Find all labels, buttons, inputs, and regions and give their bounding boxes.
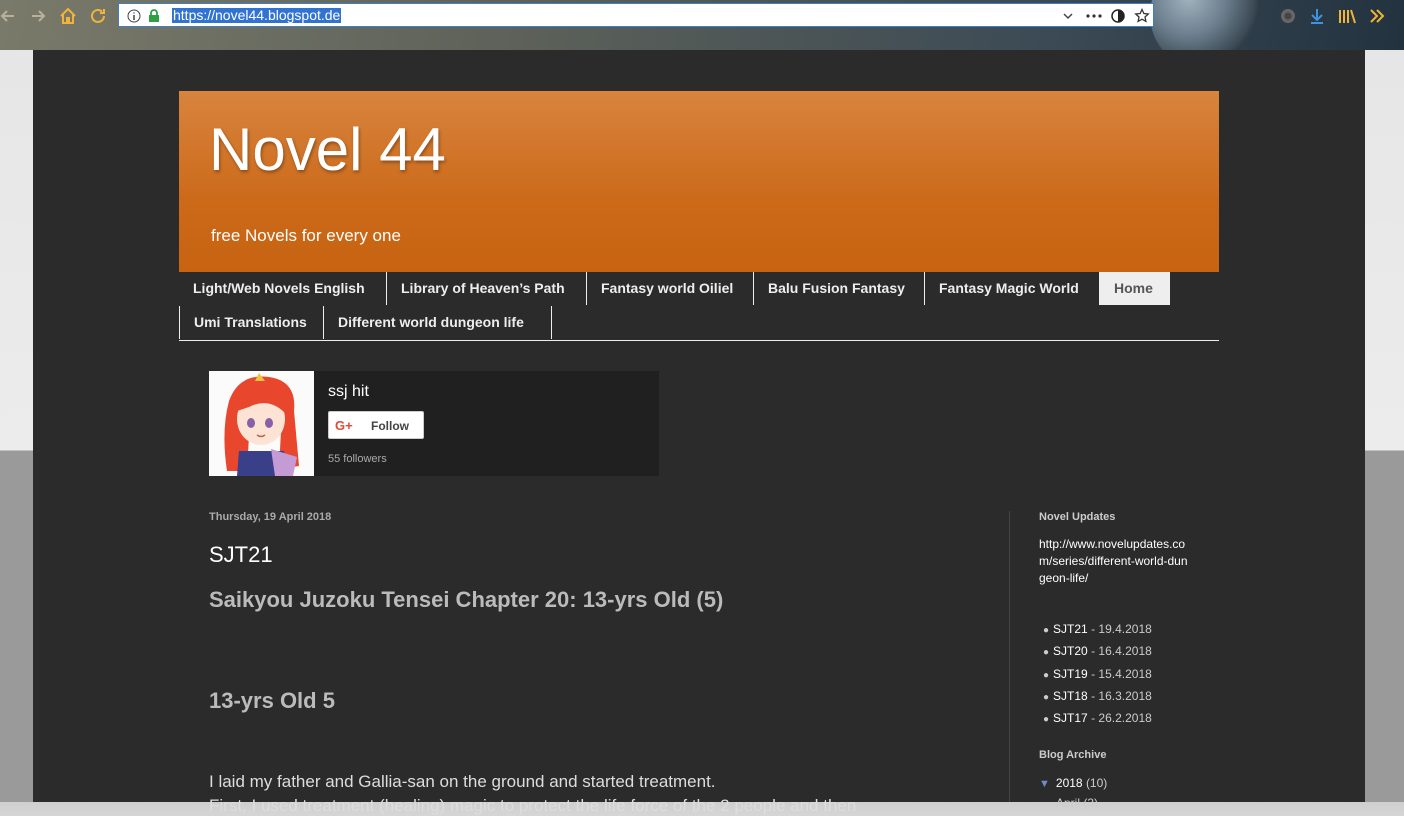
downloads-button[interactable]	[1305, 4, 1329, 28]
back-arrow-icon	[0, 10, 14, 22]
tab-fantasy-world-oiliel[interactable]: Fantasy world Oiliel	[587, 272, 754, 305]
list-item[interactable]: ● SJT18 - 16.3.2018	[1043, 686, 1152, 708]
sidebar-divider	[1009, 511, 1010, 802]
follow-button[interactable]: G+ Follow	[328, 411, 424, 439]
forward-button[interactable]	[26, 4, 50, 28]
tab-fantasy-magic-world[interactable]: Fantasy Magic World	[925, 272, 1100, 305]
home-icon	[60, 7, 76, 24]
section-heading: 13-yrs Old 5	[209, 688, 335, 713]
chevron-down-icon[interactable]	[1059, 7, 1077, 25]
bullet-icon: ●	[1043, 647, 1050, 659]
recent-post-title[interactable]: SJT20	[1053, 644, 1088, 658]
overflow-menu-button[interactable]	[1365, 4, 1389, 28]
tab-balu-fusion-fantasy[interactable]: Balu Fusion Fantasy	[754, 272, 925, 305]
tab-light-web-novels-english[interactable]: Light/Web Novels English	[179, 272, 387, 305]
post-date: Thursday, 19 April 2018	[209, 511, 332, 523]
download-icon	[1311, 9, 1323, 24]
recent-post-title[interactable]: SJT21	[1053, 622, 1088, 636]
archive-year-toggle[interactable]: ▼ 2018 (10)	[1039, 776, 1107, 790]
recent-post-date: 19.4.2018	[1098, 622, 1152, 636]
archive-year[interactable]: 2018	[1056, 776, 1083, 790]
address-bar[interactable]: https://novel44.blogspot.de	[118, 3, 1154, 27]
blog-title[interactable]: Novel 44	[209, 115, 446, 184]
recent-posts-list: ● SJT21 - 19.4.2018 ● SJT20 - 16.4.2018 ● S…	[1043, 619, 1152, 730]
library-button[interactable]	[1335, 4, 1359, 28]
profile-name[interactable]: ssj hit	[328, 383, 369, 401]
bullet-icon: ●	[1043, 714, 1050, 726]
browser-toolbar: https://novel44.blogspot.de	[0, 0, 1404, 70]
google-plus-icon: G+	[335, 418, 353, 433]
follow-label: Follow	[371, 419, 409, 433]
tab-different-world-dungeon-life[interactable]: Different world dungeon life	[324, 306, 552, 339]
avatar-image	[209, 371, 314, 476]
double-chevron-right-icon	[1370, 9, 1385, 23]
library-icon	[1339, 9, 1356, 24]
list-item[interactable]: ● SJT17 - 26.2.2018	[1043, 708, 1152, 730]
lock-icon[interactable]	[145, 7, 163, 25]
recent-post-title[interactable]: SJT18	[1053, 689, 1088, 703]
bullet-icon: ●	[1043, 625, 1050, 636]
reload-button[interactable]	[86, 4, 110, 28]
reload-icon	[91, 8, 105, 23]
forward-arrow-icon	[32, 10, 46, 22]
bookmark-star-icon[interactable]	[1133, 7, 1151, 25]
recent-post-title[interactable]: SJT19	[1053, 667, 1088, 681]
tab-umi-translations[interactable]: Umi Translations	[179, 306, 324, 339]
back-button[interactable]	[0, 4, 20, 28]
post-paragraph-2: First, I used treatment (healing) magic …	[209, 796, 857, 815]
blog-description: free Novels for every one	[211, 226, 401, 245]
recent-post-date: 15.4.2018	[1098, 666, 1152, 681]
account-button[interactable]	[1276, 4, 1300, 28]
info-icon[interactable]	[125, 7, 143, 25]
pages-tabs: Light/Web Novels English Library of Heav…	[179, 272, 1219, 341]
followers-count: 55 followers	[328, 453, 387, 465]
triangle-down-icon[interactable]: ▼	[1039, 778, 1050, 790]
list-item[interactable]: ● SJT19 - 15.4.2018	[1043, 664, 1152, 686]
list-item[interactable]: ● SJT20 - 16.4.2018	[1043, 641, 1152, 663]
recent-post-date: 16.4.2018	[1098, 644, 1152, 659]
novel-updates-heading: Novel Updates	[1039, 511, 1116, 523]
more-actions-icon[interactable]	[1085, 7, 1103, 25]
home-button[interactable]	[56, 4, 80, 28]
tab-library-of-heavens-path[interactable]: Library of Heaven’s Path	[387, 272, 587, 305]
url-text[interactable]: https://novel44.blogspot.de	[172, 8, 342, 23]
recent-post-date: 26.2.2018	[1098, 711, 1152, 726]
tab-home[interactable]: Home	[1100, 272, 1170, 305]
bullet-icon: ●	[1043, 669, 1050, 681]
list-item[interactable]: ● SJT21 - 19.4.2018	[1043, 619, 1152, 641]
extension-icon[interactable]	[1109, 7, 1127, 25]
post-title[interactable]: SJT21	[209, 542, 273, 568]
novel-updates-link[interactable]: http://www.novelupdates.com/series/diffe…	[1039, 536, 1194, 587]
profile-widget: ssj hit G+ Follow 55 followers	[209, 371, 659, 476]
archive-year-count: (10)	[1085, 776, 1108, 790]
blog-archive-heading: Blog Archive	[1039, 749, 1107, 761]
account-icon	[1281, 9, 1295, 23]
avatar[interactable]	[209, 371, 314, 476]
recent-post-title[interactable]: SJT17	[1053, 711, 1088, 725]
post-paragraph: I laid my father and Gallia-san on the g…	[209, 772, 716, 791]
archive-month[interactable]: April (3)	[1056, 796, 1098, 810]
bullet-icon: ●	[1043, 691, 1050, 703]
chapter-heading: Saikyou Juzoku Tensei Chapter 20: 13-yrs…	[209, 587, 724, 612]
recent-post-date: 16.3.2018	[1098, 688, 1152, 703]
blog-header: Novel 44 free Novels for every one	[179, 91, 1219, 272]
